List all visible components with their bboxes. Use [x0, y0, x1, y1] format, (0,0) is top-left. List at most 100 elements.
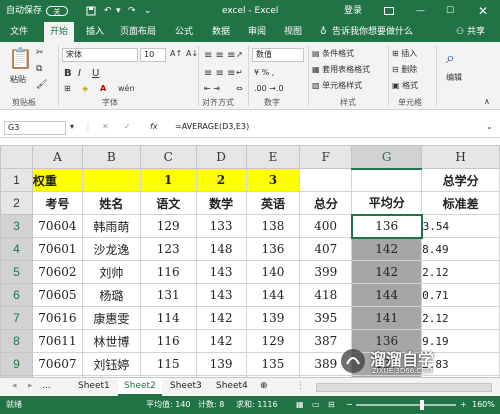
save-icon[interactable]: [86, 0, 96, 22]
editing-button[interactable]: 编辑: [446, 72, 462, 83]
add-sheet-icon[interactable]: ⊕: [254, 378, 274, 396]
orientation-icon[interactable]: ↗: [236, 50, 243, 59]
formula-input[interactable]: =AVERAGE(D3,E3): [172, 121, 482, 135]
cell-d4[interactable]: 148: [195, 237, 247, 261]
page-layout-view-icon[interactable]: ▭: [312, 396, 320, 414]
cell-e6[interactable]: 144: [245, 283, 301, 307]
cell-e5[interactable]: 140: [245, 260, 301, 284]
cell-a4[interactable]: 70601: [31, 237, 83, 261]
cell-g4[interactable]: 142: [351, 237, 423, 261]
expand-formula-icon[interactable]: ⌄: [486, 122, 493, 131]
cell-d9[interactable]: 139: [195, 352, 247, 376]
tab-sheet3[interactable]: Sheet3: [164, 378, 208, 396]
number-format-select[interactable]: 数值: [252, 48, 304, 62]
row-header[interactable]: 7: [0, 306, 33, 330]
maximize-icon[interactable]: ☐: [446, 0, 454, 22]
cell-d2[interactable]: 数学: [195, 191, 247, 215]
cell-a7[interactable]: 70616: [31, 306, 83, 330]
close-icon[interactable]: ✕: [478, 0, 488, 22]
column-header-h[interactable]: H: [421, 145, 500, 169]
cell-h1[interactable]: 总学分: [421, 168, 500, 192]
column-header-c[interactable]: C: [139, 145, 197, 169]
format-painter-icon[interactable]: 🖌: [36, 80, 47, 90]
select-all-corner[interactable]: [0, 145, 33, 169]
cell-b1[interactable]: [81, 168, 141, 192]
cell-b4[interactable]: 沙龙逸: [81, 237, 141, 261]
cell-f5[interactable]: 399: [299, 260, 353, 284]
cell-f6[interactable]: 418: [299, 283, 353, 307]
tab-sheet1[interactable]: Sheet1: [72, 378, 116, 396]
zoom-slider-thumb[interactable]: [420, 400, 424, 410]
insert-function-icon[interactable]: fx: [150, 122, 158, 131]
delete-cells-button[interactable]: ⊟ 删除: [392, 64, 417, 75]
cell-a1[interactable]: 权重: [31, 168, 83, 192]
align-center-icon[interactable]: ≡ ≡ ≡: [204, 68, 236, 79]
tab-review[interactable]: 审阅: [248, 22, 266, 42]
cell-h5[interactable]: 2.12: [421, 260, 500, 284]
cell-g2[interactable]: 平均分: [351, 191, 423, 215]
cell-style-button[interactable]: ▧ 单元格样式: [312, 80, 362, 91]
cell-d1[interactable]: 2: [195, 168, 247, 192]
cell-a5[interactable]: 70602: [31, 260, 83, 284]
column-header-g[interactable]: G: [351, 145, 423, 170]
font-name-select[interactable]: 宋体: [62, 48, 138, 62]
cell-c8[interactable]: 116: [139, 329, 197, 353]
tab-home[interactable]: 开始: [44, 22, 75, 42]
cell-c1[interactable]: 1: [139, 168, 197, 192]
copy-icon[interactable]: ⧉: [36, 64, 42, 74]
scroll-left-icon[interactable]: ◂: [6, 378, 23, 396]
redo-icon[interactable]: ↷: [128, 0, 136, 22]
tab-sheet4[interactable]: Sheet4: [210, 378, 254, 396]
font-shrink-icon[interactable]: A↓: [186, 49, 198, 58]
phonetic-icon[interactable]: wén: [118, 84, 135, 93]
row-header[interactable]: 1: [0, 168, 33, 192]
column-header-d[interactable]: D: [195, 145, 247, 169]
name-box[interactable]: G3: [4, 121, 66, 135]
cell-g7[interactable]: 141: [351, 306, 423, 330]
cell-e3[interactable]: 138: [245, 214, 301, 238]
column-header-e[interactable]: E: [245, 145, 301, 169]
merge-icon[interactable]: ⇔: [236, 84, 243, 93]
zoom-out-icon[interactable]: −: [346, 396, 353, 414]
cell-h4[interactable]: 8.49: [421, 237, 500, 261]
cell-g3[interactable]: 136: [350, 213, 423, 239]
cell-a2[interactable]: 考号: [31, 191, 83, 215]
cell-g5[interactable]: 142: [351, 260, 423, 284]
cell-c2[interactable]: 语文: [139, 191, 197, 215]
cell-f7[interactable]: 395: [299, 306, 353, 330]
row-header[interactable]: 5: [0, 260, 33, 284]
tab-sheet2[interactable]: Sheet2: [118, 378, 162, 396]
tab-formulas[interactable]: 公式: [175, 22, 193, 42]
cell-a3[interactable]: 70604: [31, 214, 83, 238]
cell-d3[interactable]: 133: [195, 214, 247, 238]
cell-b6[interactable]: 杨璐: [81, 283, 141, 307]
format-cells-button[interactable]: ▣ 格式: [392, 80, 418, 91]
cell-f2[interactable]: 总分: [299, 191, 353, 215]
paste-button[interactable]: 粘贴: [10, 74, 26, 85]
minimize-icon[interactable]: —: [416, 0, 425, 22]
cut-icon[interactable]: ✂: [36, 48, 44, 58]
page-break-view-icon[interactable]: ⊟: [328, 396, 335, 414]
cell-a6[interactable]: 70605: [31, 283, 83, 307]
cell-b3[interactable]: 韩雨萌: [81, 214, 141, 238]
search-icon[interactable]: ⌕: [446, 48, 455, 68]
fill-color-icon[interactable]: ◈: [82, 84, 88, 93]
bold-button[interactable]: B: [64, 68, 72, 79]
table-format-button[interactable]: ▦ 套用表格格式: [312, 64, 370, 75]
font-size-select[interactable]: 10: [140, 48, 166, 62]
cell-e8[interactable]: 129: [245, 329, 301, 353]
cell-b9[interactable]: 刘钰婷: [81, 352, 141, 376]
zoom-in-icon[interactable]: +: [460, 396, 467, 414]
column-header-b[interactable]: B: [81, 145, 141, 169]
cell-h6[interactable]: 0.71: [421, 283, 500, 307]
cell-c6[interactable]: 131: [139, 283, 197, 307]
cell-h7[interactable]: 2.12: [421, 306, 500, 330]
underline-button[interactable]: U: [92, 68, 99, 79]
currency-icon[interactable]: ¥ % ,: [254, 68, 274, 77]
conditional-format-button[interactable]: ▤ 条件格式: [312, 48, 354, 59]
cell-e2[interactable]: 英语: [245, 191, 301, 215]
tab-file[interactable]: 文件: [10, 22, 28, 42]
cell-g1[interactable]: [351, 168, 423, 192]
wrap-text-icon[interactable]: ↵: [236, 68, 243, 77]
zoom-level[interactable]: 160%: [472, 396, 495, 414]
